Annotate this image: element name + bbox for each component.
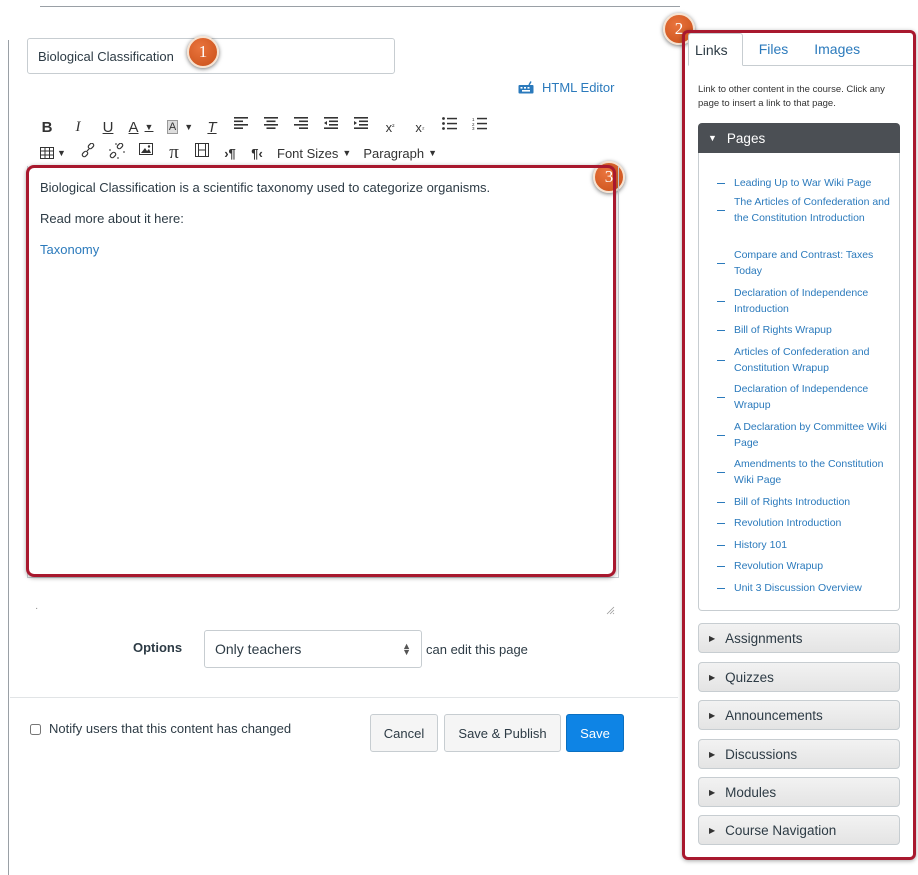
notify-checkbox[interactable] (30, 724, 41, 735)
toolbar-row-1: B I U A ▼ A ▼ T x² x₂ 123 (40, 117, 487, 137)
cancel-button[interactable]: Cancel (370, 714, 438, 752)
resize-handle-icon[interactable] (606, 606, 615, 615)
options-label: Options (133, 640, 183, 655)
rtl-icon[interactable]: ¶‹ (250, 143, 264, 163)
clear-formatting-icon[interactable]: T (205, 117, 219, 137)
left-border (8, 40, 9, 875)
equation-icon[interactable]: π (165, 142, 183, 163)
underline-icon[interactable]: U (101, 117, 115, 137)
options-suffix: can edit this page (426, 642, 528, 657)
unlink-icon[interactable] (109, 143, 125, 163)
keyboard-icon (518, 80, 534, 93)
align-right-icon[interactable] (294, 117, 308, 137)
callout-badge-1: 1 (187, 36, 219, 68)
table-icon[interactable]: ▼ (40, 143, 66, 163)
media-icon[interactable] (195, 143, 209, 163)
subscript-icon[interactable]: x₂ (413, 117, 427, 137)
image-icon[interactable] (139, 143, 153, 163)
background-color-icon[interactable]: A ▼ (166, 117, 193, 137)
chevron-down-icon: ▼ (342, 148, 352, 158)
html-editor-label: HTML Editor (542, 79, 615, 95)
indent-icon[interactable] (354, 117, 368, 137)
paragraph-dropdown[interactable]: Paragraph ▼ (363, 146, 437, 161)
align-center-icon[interactable] (264, 117, 278, 137)
select-arrows-icon: ▲ ▼ (402, 641, 411, 657)
ltr-icon[interactable]: ›¶ (223, 143, 237, 163)
editing-roles-select[interactable]: Only teachers ▲ ▼ (204, 630, 422, 668)
save-and-publish-button[interactable]: Save & Publish (444, 714, 561, 752)
top-border (40, 6, 680, 7)
outdent-icon[interactable] (324, 117, 338, 137)
editor-statusbar: · (35, 603, 39, 614)
editor-body[interactable]: Biological Classification is a scientifi… (40, 180, 600, 273)
toolbar-row-2: ▼ π ›¶ ¶‹ Font Sizes ▼ Paragraph ▼ (40, 142, 437, 163)
bold-icon[interactable]: B (40, 117, 54, 137)
sidebar-highlight-box (682, 30, 916, 860)
select-value: Only teachers (215, 641, 302, 657)
taxonomy-link[interactable]: Taxonomy (40, 242, 99, 257)
bullet-list-icon[interactable] (442, 117, 457, 137)
link-icon[interactable] (81, 143, 95, 163)
svg-text:3: 3 (472, 126, 475, 131)
font-sizes-dropdown[interactable]: Font Sizes ▼ (277, 146, 351, 161)
chevron-down-icon: ▼ (428, 148, 437, 158)
text-color-icon[interactable]: A ▼ (129, 117, 154, 137)
notify-label: Notify users that this content has chang… (49, 721, 292, 736)
save-button[interactable]: Save (566, 714, 624, 752)
editor-paragraph: Biological Classification is a scientifi… (40, 180, 491, 195)
italic-icon[interactable]: I (71, 117, 85, 137)
html-editor-link[interactable]: HTML Editor (518, 78, 614, 96)
align-left-icon[interactable] (234, 117, 248, 137)
editor-paragraph: Read more about it here: (40, 211, 184, 226)
numbered-list-icon[interactable]: 123 (472, 117, 487, 137)
divider (10, 697, 678, 698)
superscript-icon[interactable]: x² (383, 117, 397, 137)
